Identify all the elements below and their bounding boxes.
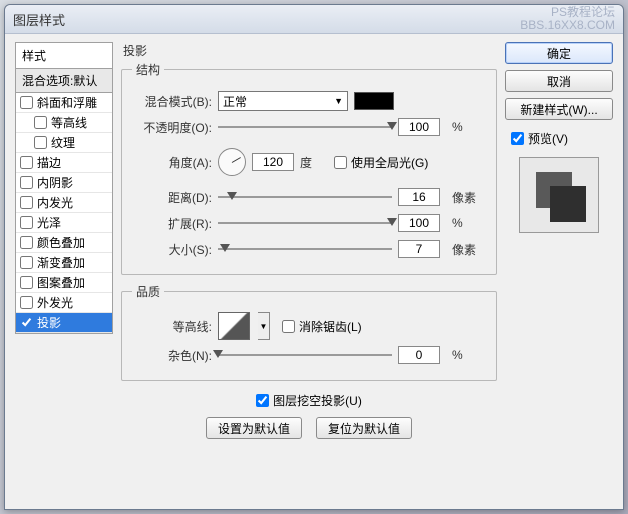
- structure-legend: 结构: [132, 61, 164, 78]
- spread-label: 扩展(R):: [132, 215, 218, 232]
- effect-label: 内发光: [37, 194, 73, 211]
- effect-item[interactable]: 内阴影: [16, 173, 112, 193]
- opacity-input[interactable]: 100: [398, 118, 440, 136]
- angle-input[interactable]: 120: [252, 153, 294, 171]
- opacity-slider[interactable]: [218, 120, 392, 134]
- effect-item[interactable]: 内发光: [16, 193, 112, 213]
- watermark: PS教程论坛BBS.16XX8.COM: [520, 6, 615, 32]
- noise-slider[interactable]: [218, 348, 392, 362]
- distance-label: 距离(D):: [132, 189, 218, 206]
- effect-item[interactable]: 颜色叠加: [16, 233, 112, 253]
- effect-item[interactable]: 光泽: [16, 213, 112, 233]
- effect-label: 描边: [37, 154, 61, 171]
- panel-title: 投影: [123, 42, 497, 59]
- effect-item[interactable]: 图案叠加: [16, 273, 112, 293]
- effect-label: 光泽: [37, 214, 61, 231]
- effect-checkbox[interactable]: [20, 156, 33, 169]
- size-input[interactable]: 7: [398, 240, 440, 258]
- antialias-checkbox[interactable]: 消除锯齿(L): [282, 318, 362, 335]
- new-style-button[interactable]: 新建样式(W)...: [505, 98, 613, 120]
- effect-checkbox[interactable]: [20, 256, 33, 269]
- effect-checkbox[interactable]: [20, 276, 33, 289]
- action-column: 确定 取消 新建样式(W)... 预览(V): [505, 42, 613, 499]
- effect-checkbox[interactable]: [34, 136, 47, 149]
- size-slider[interactable]: [218, 242, 392, 256]
- effect-label: 斜面和浮雕: [37, 94, 97, 111]
- effect-label: 投影: [37, 314, 61, 331]
- noise-label: 杂色(N):: [132, 347, 218, 364]
- effect-checkbox[interactable]: [34, 116, 47, 129]
- effect-label: 外发光: [37, 294, 73, 311]
- opacity-label: 不透明度(O):: [132, 119, 218, 136]
- reset-default-button[interactable]: 复位为默认值: [316, 417, 412, 439]
- options-column: 投影 结构 混合模式(B): 正常 ▼ 不透明度(O): 100: [121, 42, 497, 499]
- effect-item[interactable]: 渐变叠加: [16, 253, 112, 273]
- effect-item[interactable]: 外发光: [16, 293, 112, 313]
- effect-label: 等高线: [51, 114, 87, 131]
- quality-group: 品质 等高线: ▼ 消除锯齿(L) 杂色(N): 0 %: [121, 283, 497, 381]
- titlebar[interactable]: 图层样式 PS教程论坛BBS.16XX8.COM: [5, 5, 623, 34]
- styles-column: 样式 混合选项:默认 斜面和浮雕等高线纹理描边内阴影内发光光泽颜色叠加渐变叠加图…: [15, 42, 113, 499]
- blending-options[interactable]: 混合选项:默认: [15, 69, 113, 93]
- quality-legend: 品质: [132, 283, 164, 300]
- effect-item[interactable]: 斜面和浮雕: [16, 93, 112, 113]
- effect-checkbox[interactable]: [20, 236, 33, 249]
- angle-dial[interactable]: [218, 148, 246, 176]
- contour-dropdown[interactable]: ▼: [258, 312, 270, 340]
- angle-label: 角度(A):: [132, 154, 218, 171]
- effect-label: 内阴影: [37, 174, 73, 191]
- effect-item[interactable]: 纹理: [16, 133, 112, 153]
- effect-label: 渐变叠加: [37, 254, 85, 271]
- contour-label: 等高线:: [132, 318, 218, 335]
- dialog-body: 样式 混合选项:默认 斜面和浮雕等高线纹理描边内阴影内发光光泽颜色叠加渐变叠加图…: [5, 34, 623, 509]
- effect-item[interactable]: 等高线: [16, 113, 112, 133]
- effect-label: 纹理: [51, 134, 75, 151]
- contour-picker[interactable]: [218, 312, 250, 340]
- noise-input[interactable]: 0: [398, 346, 440, 364]
- effect-checkbox[interactable]: [20, 216, 33, 229]
- global-light-checkbox[interactable]: 使用全局光(G): [334, 154, 428, 171]
- knockout-checkbox[interactable]: 图层挖空投影(U): [121, 392, 497, 409]
- styles-header[interactable]: 样式: [15, 42, 113, 69]
- preview-checkbox[interactable]: 预览(V): [511, 130, 613, 147]
- effect-checkbox[interactable]: [20, 96, 33, 109]
- effect-checkbox[interactable]: [20, 196, 33, 209]
- ok-button[interactable]: 确定: [505, 42, 613, 64]
- effect-label: 图案叠加: [37, 274, 85, 291]
- size-label: 大小(S):: [132, 241, 218, 258]
- effect-item[interactable]: 描边: [16, 153, 112, 173]
- distance-input[interactable]: 16: [398, 188, 440, 206]
- spread-input[interactable]: 100: [398, 214, 440, 232]
- chevron-down-icon: ▼: [334, 96, 343, 106]
- set-default-button[interactable]: 设置为默认值: [206, 417, 302, 439]
- layer-style-dialog: 图层样式 PS教程论坛BBS.16XX8.COM 样式 混合选项:默认 斜面和浮…: [4, 4, 624, 510]
- distance-slider[interactable]: [218, 190, 392, 204]
- preview-thumbnail: [519, 157, 599, 233]
- effect-checkbox[interactable]: [20, 296, 33, 309]
- blend-mode-select[interactable]: 正常 ▼: [218, 91, 348, 111]
- window-title: 图层样式: [13, 10, 65, 29]
- effect-checkbox[interactable]: [20, 176, 33, 189]
- effect-list: 斜面和浮雕等高线纹理描边内阴影内发光光泽颜色叠加渐变叠加图案叠加外发光投影: [15, 93, 113, 334]
- structure-group: 结构 混合模式(B): 正常 ▼ 不透明度(O): 100 %: [121, 61, 497, 275]
- blend-mode-label: 混合模式(B):: [132, 93, 218, 110]
- effect-item[interactable]: 投影: [16, 313, 112, 333]
- spread-slider[interactable]: [218, 216, 392, 230]
- shadow-color-swatch[interactable]: [354, 92, 394, 110]
- effect-label: 颜色叠加: [37, 234, 85, 251]
- effect-checkbox[interactable]: [20, 316, 33, 329]
- cancel-button[interactable]: 取消: [505, 70, 613, 92]
